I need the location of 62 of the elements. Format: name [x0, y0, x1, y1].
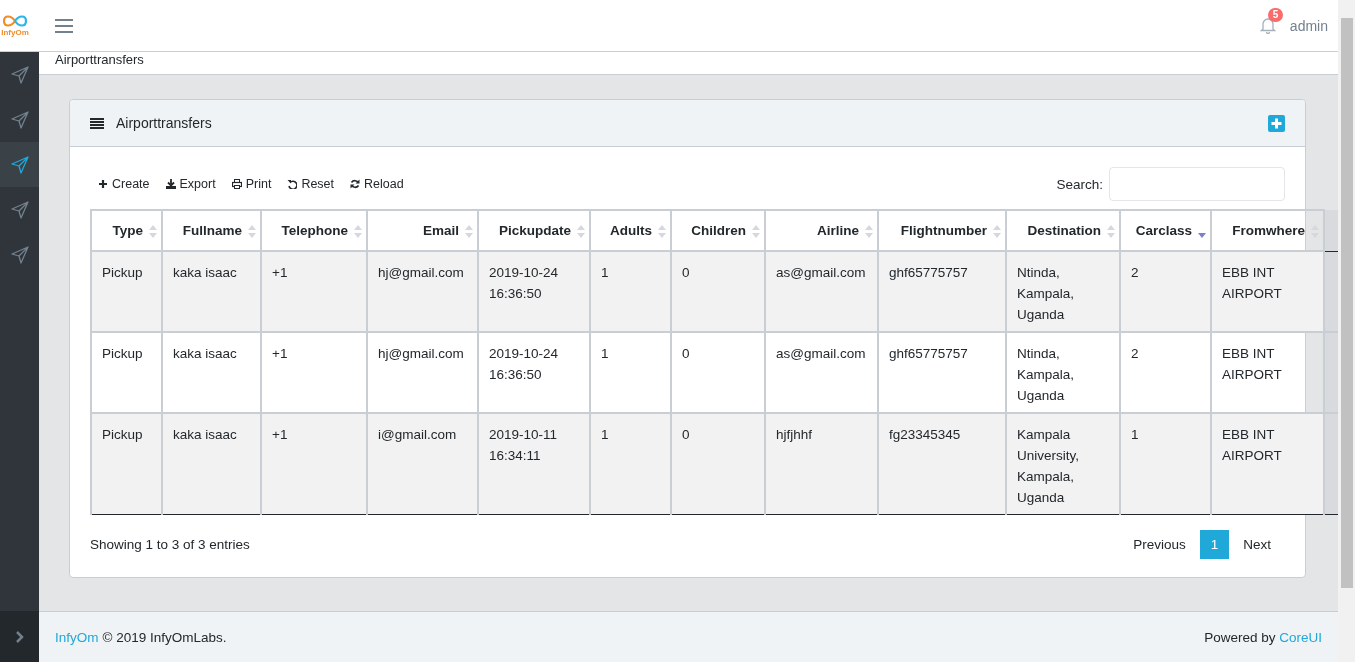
toolbar-button[interactable]: Reset [279, 177, 343, 191]
paper-plane-icon [10, 200, 29, 219]
table-cell: ghf65775757 [878, 251, 1006, 332]
printer-icon [231, 179, 242, 189]
list-icon [90, 117, 104, 129]
plus-icon [98, 179, 108, 189]
table-cell: 0 [671, 413, 765, 515]
bell-icon [1259, 17, 1276, 34]
toolbar-button[interactable]: Export [157, 177, 224, 191]
table-cell: +1 [261, 413, 367, 515]
logo-text: InfyOm [1, 28, 29, 37]
infinity-icon [0, 14, 30, 28]
table-cell: 1 [590, 251, 671, 332]
page-button[interactable]: Next [1229, 530, 1285, 559]
undo-icon [287, 179, 298, 189]
search-field[interactable] [1109, 167, 1285, 201]
table-cell: 0 [671, 251, 765, 332]
breadcrumb: Airporttransfers [55, 52, 144, 68]
menu-icon [54, 17, 74, 34]
table-cell: 2019-10-11 16:34:11 [478, 413, 590, 515]
table-cell: fg23345345 [878, 413, 1006, 515]
table-cell: 1 [1120, 413, 1211, 515]
download-icon [165, 179, 176, 189]
table-cell: Pickup [91, 413, 162, 515]
add-button[interactable] [1268, 114, 1285, 132]
nav-item[interactable] [0, 142, 39, 187]
copyright-text: © 2019 InfyOmLabs. [102, 629, 227, 645]
toolbar-button[interactable]: Create [90, 177, 158, 191]
page-button[interactable]: Previous [1119, 530, 1200, 559]
table-cell: EBB INT AIRPORT [1211, 251, 1324, 332]
notification-badge: 5 [1267, 8, 1284, 22]
table-cell: Ntinda, Kampala, Uganda [1006, 251, 1120, 332]
table-cell: +1 [261, 251, 367, 332]
paper-plane-icon [10, 245, 29, 264]
chevron-icon [14, 629, 25, 644]
refresh-icon [350, 179, 361, 189]
table-cell: EBB INT AIRPORT [1211, 413, 1324, 515]
table-cell: Kampala University, Kampala, Uganda [1006, 413, 1120, 515]
table-cell: 1 [590, 413, 671, 515]
table-cell: i@gmail.com [367, 413, 478, 515]
menu-button[interactable] [54, 17, 74, 34]
toolbar-button[interactable]: Print [223, 177, 280, 191]
scrollbar[interactable] [1338, 0, 1355, 662]
table-cell: kaka isaac [162, 251, 261, 332]
user-menu[interactable]: admin [1289, 17, 1328, 34]
table-cell: as@gmail.com [765, 251, 878, 332]
card-title: Airporttransfers [116, 115, 212, 131]
sidebar-toggle[interactable] [0, 611, 39, 662]
paper-plane-icon [10, 65, 29, 84]
entries-info: Showing 1 to 3 of 3 entries [90, 537, 250, 552]
paper-plane-icon [10, 110, 29, 129]
table-cell: Pickup [91, 251, 162, 332]
toolbar-button[interactable]: Reload [342, 177, 412, 191]
table-cell: hjfjhhf [765, 413, 878, 515]
table-cell: hj@gmail.com [367, 251, 478, 332]
table-cell: 2 [1120, 251, 1211, 332]
notifications-button[interactable] [1259, 17, 1276, 34]
paper-plane-icon [10, 155, 29, 174]
powered-by-text: Powered by [1204, 629, 1277, 645]
search-label: Search: [1056, 176, 1103, 192]
table-cell: 2019-10-24 16:36:50 [478, 251, 590, 332]
table-cell: kaka isaac [162, 413, 261, 515]
